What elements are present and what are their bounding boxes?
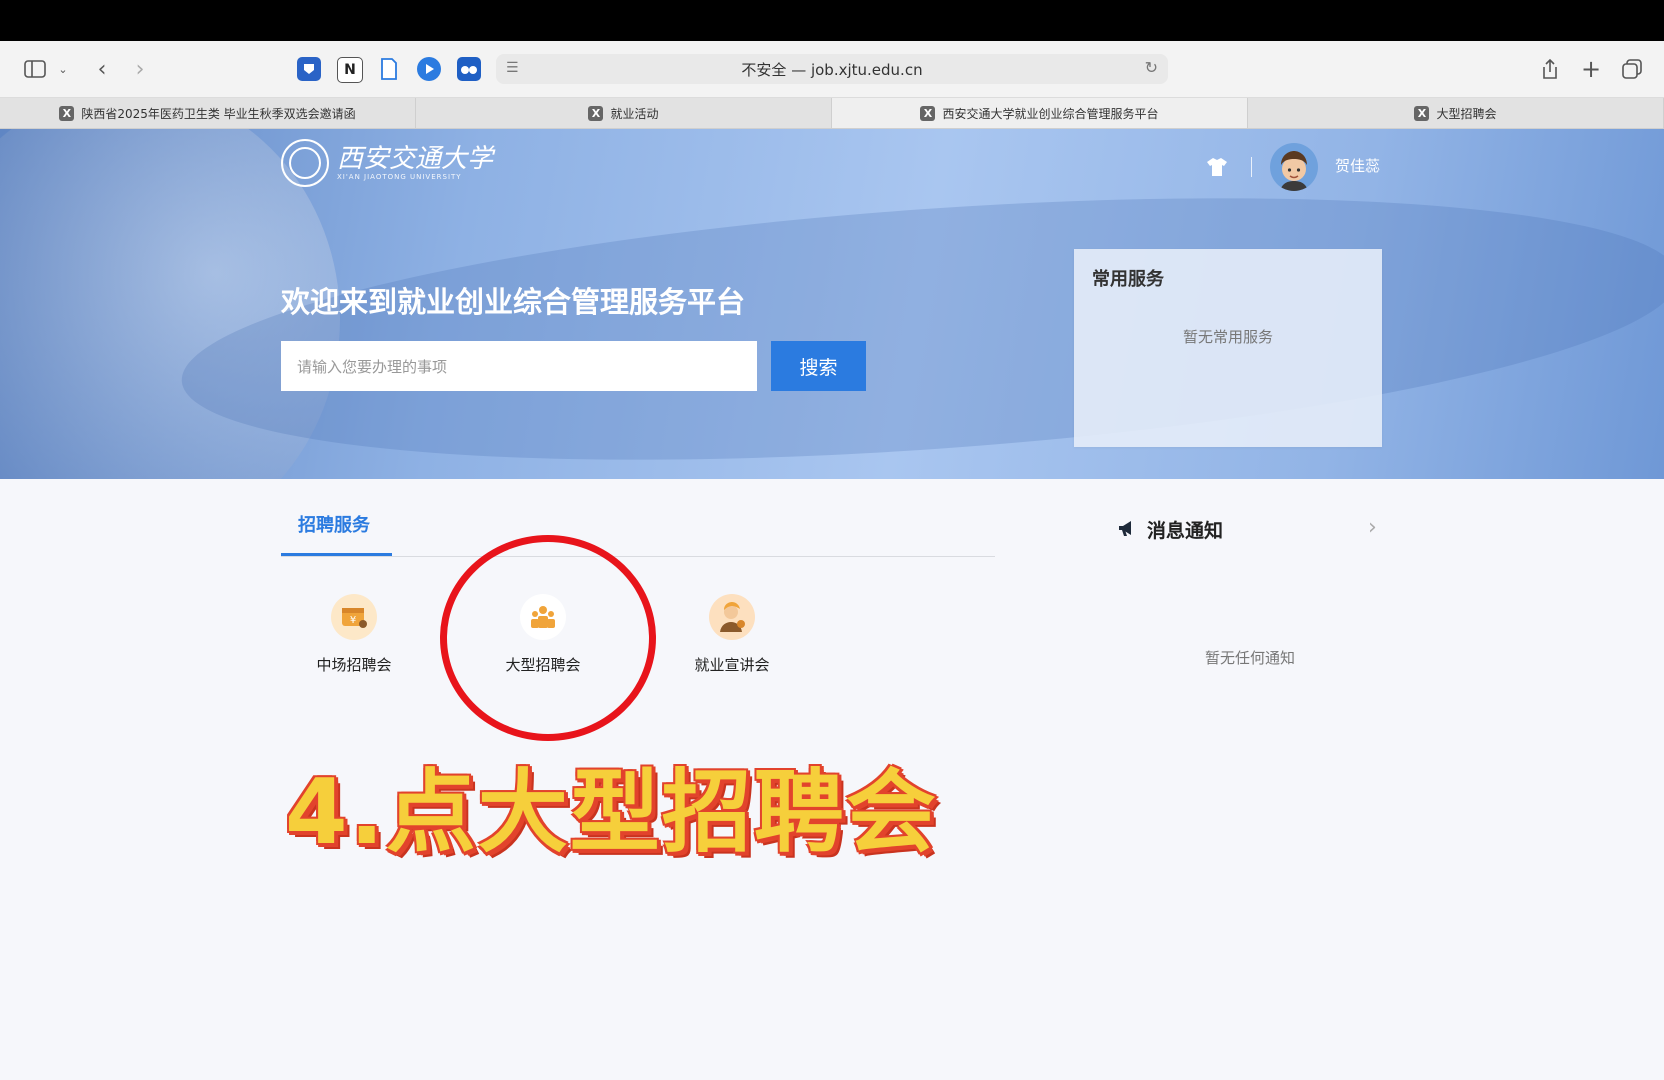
notion-extension-icon[interactable]: N [337,57,363,83]
forward-icon[interactable]: › [130,55,150,83]
svg-text:¥: ¥ [350,615,356,626]
tab-favicon: X [920,105,936,121]
tab-recruitment-services[interactable]: 招聘服务 [298,511,370,537]
wallet-icon: ¥ [331,594,377,640]
sidebar-toggle-icon[interactable] [22,55,48,83]
address-bar[interactable]: ☰ 不安全 — job.xjtu.edu.cn ↻ [496,54,1168,84]
search-button[interactable]: 搜索 [771,341,866,391]
hero-banner: 西安交通大学 XI'AN JIAOTONG UNIVERSITY 贺佳蕊 欢迎来… [0,129,1664,479]
tab-title: 西安交通大学就业创业综合管理服务平台 [942,106,1159,121]
university-seal-icon [281,139,329,187]
tab-title: 大型招聘会 [1436,106,1497,121]
common-services-empty: 暂无常用服务 [1182,328,1273,346]
share-icon[interactable] [1538,55,1562,83]
glasses-extension-icon[interactable] [457,57,481,81]
username[interactable]: 贺佳蕊 [1335,155,1380,176]
shield-extension-icon[interactable] [297,57,321,81]
speaker-person-icon [709,594,755,640]
tab-invitation[interactable]: X 陕西省2025年医药卫生类 毕业生秋季双选会邀请函 [0,98,416,128]
avatar[interactable] [1270,143,1318,191]
tab-xjtu-platform[interactable]: X 西安交通大学就业创业综合管理服务平台 [832,98,1248,128]
page-content: 西安交通大学 XI'AN JIAOTONG UNIVERSITY 贺佳蕊 欢迎来… [0,129,1664,1080]
header-divider [1251,157,1252,177]
tab-overview-icon[interactable] [1620,55,1644,83]
document-extension-icon[interactable] [377,57,401,81]
logo-subtext: XI'AN JIAOTONG UNIVERSITY [337,173,462,181]
play-extension-icon[interactable] [417,57,441,81]
chevron-right-icon[interactable]: › [1368,515,1377,540]
shirt-icon[interactable] [1206,157,1228,177]
logo-text: 西安交通大学 [337,144,494,174]
welcome-heading: 欢迎来到就业创业综合管理服务平台 [281,285,746,319]
service-mid-job-fair[interactable]: ¥ 中场招聘会 [294,594,414,675]
highlight-circle [440,535,656,741]
new-tab-icon[interactable]: + [1580,55,1602,83]
tab-large-job-fair[interactable]: X 大型招聘会 [1248,98,1664,128]
service-career-talk[interactable]: 就业宣讲会 [672,594,792,675]
back-icon[interactable]: ‹ [92,55,112,83]
screen-top-bar [0,0,1664,41]
step-caption: 4.点大型招聘会 [285,760,938,865]
common-services-title: 常用服务 [1092,269,1164,290]
tab-favicon: X [1414,105,1430,121]
megaphone-icon [1117,518,1137,542]
browser-toolbar: ⌄ ‹ › N ☰ 不安全 — job.xjtu.edu.cn ↻ + [0,41,1664,98]
tab-title: 陕西省2025年医药卫生类 毕业生秋季双选会邀请函 [81,106,356,121]
page-menu-icon[interactable]: ☰ [506,60,519,76]
service-label: 就业宣讲会 [694,656,770,674]
tab-employment-activities[interactable]: X 就业活动 [416,98,832,128]
tab-title: 就业活动 [610,106,659,121]
notices-title: 消息通知 [1147,520,1224,542]
tab-favicon: X [588,105,604,121]
browser-tabs: X 陕西省2025年医药卫生类 毕业生秋季双选会邀请函 X 就业活动 X 西安交… [0,98,1664,129]
service-label: 中场招聘会 [316,656,392,674]
notices-empty: 暂无任何通知 [1204,649,1295,667]
search-input[interactable]: 请输入您要办理的事项 [281,341,757,391]
notices-header: 消息通知 [1117,516,1223,543]
tab-divider [281,556,995,557]
tab-favicon: X [59,105,75,121]
chevron-down-icon[interactable]: ⌄ [56,55,70,83]
common-services-panel: 常用服务 暂无常用服务 [1074,249,1382,447]
reload-icon[interactable]: ↻ [1145,58,1158,77]
university-logo[interactable]: 西安交通大学 XI'AN JIAOTONG UNIVERSITY [281,139,493,187]
address-text: 不安全 — job.xjtu.edu.cn [741,60,923,79]
